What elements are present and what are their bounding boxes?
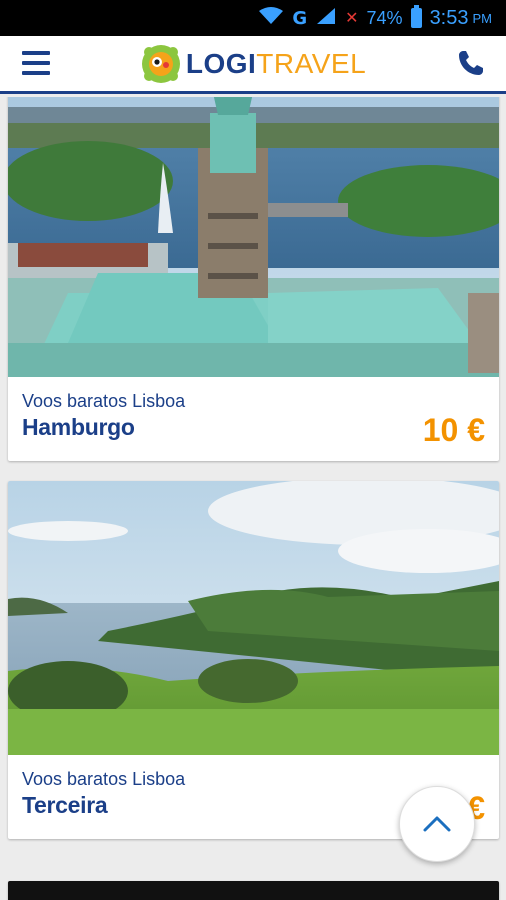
signal-icon [315,6,337,31]
status-bar: G ✕ 74% 3:53 PM [0,0,506,36]
card-title: Hamburgo [22,414,135,440]
battery-percent: 74% [366,7,403,28]
wifi-icon [258,6,284,31]
destination-image-hamburg [8,97,499,377]
logo-text: LOGITRAVEL [185,47,367,79]
card-subtitle: Voos baratos Lisboa [22,769,186,789]
destination-card[interactable]: Voos baratos Lisboa Terceira 17 € [8,481,499,839]
logo-gecko-icon [141,44,180,83]
destination-card[interactable]: Voos baratos Lisboa Hamburgo 10 € [8,97,499,461]
hamburger-menu-icon[interactable] [22,51,50,75]
network-type: G [292,7,308,29]
app-header: LOGITRAVEL [0,36,506,94]
chevron-up-icon [423,816,451,832]
scroll-to-top-button[interactable] [399,786,475,862]
card-price: 10 € [422,412,485,448]
clock: 3:53 [429,6,469,29]
card-subtitle: Voos baratos Lisboa [22,391,186,411]
destination-image-terceira [8,481,499,755]
clock-ampm: PM [472,10,493,26]
no-sim-icon: ✕ [345,10,359,27]
destination-feed[interactable]: Voos baratos Lisboa Hamburgo 10 € Voos b… [0,97,506,900]
destination-card[interactable] [8,881,499,900]
phone-icon[interactable] [456,48,486,78]
battery-icon [410,5,422,28]
card-info: Voos baratos Lisboa Hamburgo 10 € [8,377,499,461]
logo[interactable]: LOGITRAVEL [140,43,366,85]
